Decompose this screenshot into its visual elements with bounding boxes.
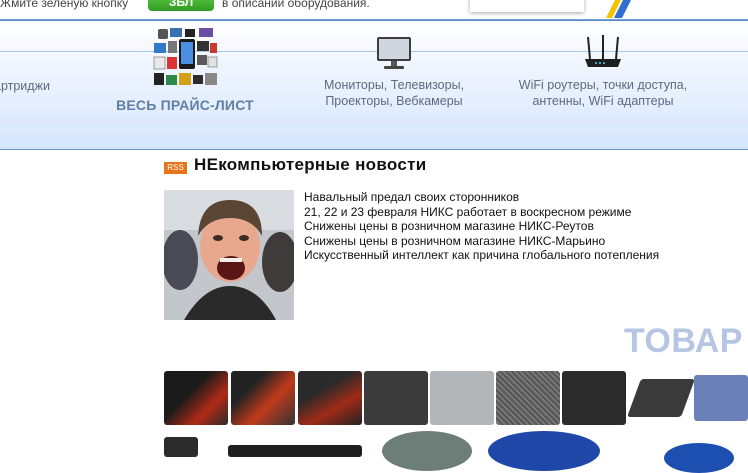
top-info-bar: Жмите зеленую кнопку ЗБЛ в описании обор… — [0, 0, 748, 20]
product-thumbnail[interactable] — [231, 371, 295, 425]
product-thumbnail[interactable] — [430, 371, 494, 425]
news-list: Навальный предал своих сторонников 21, 2… — [304, 190, 659, 263]
product-thumbnail[interactable] — [496, 371, 560, 425]
product-thumbnail[interactable] — [562, 371, 626, 425]
product-thumbnail[interactable] — [382, 431, 472, 471]
product-thumbnail[interactable] — [164, 371, 228, 425]
product-thumbnail[interactable] — [488, 431, 600, 471]
product-thumbnail[interactable] — [164, 437, 198, 457]
flag-decoration-icon — [606, 0, 631, 18]
price-list-label: ВЕСЬ ПРАЙС-ЛИСТ — [116, 97, 254, 113]
devices-collage-icon — [153, 28, 218, 85]
news-photo[interactable] — [164, 190, 294, 320]
monitors-label-line2: Проекторы, Вебкамеры — [325, 94, 463, 108]
monitor-icon — [377, 37, 411, 69]
news-item[interactable]: Искусственный интеллект как причина глоб… — [304, 248, 659, 263]
wifi-label-line1: WiFi роутеры, точки доступа, — [518, 78, 688, 92]
category-cartridges[interactable]: артриджи — [0, 78, 50, 94]
top-info-text-after: в описании оборудования. — [222, 0, 370, 10]
category-wifi[interactable]: WiFi роутеры, точки доступа, антенны, Wi… — [505, 33, 701, 109]
rss-icon[interactable]: RSS — [164, 162, 187, 174]
news-item[interactable]: 21, 22 и 23 февраля НИКС работает в воск… — [304, 205, 659, 220]
top-info-text: Жмите зеленую кнопку — [0, 0, 129, 10]
green-button[interactable]: ЗБЛ — [148, 0, 214, 11]
router-icon — [585, 35, 621, 67]
product-thumbnail[interactable] — [694, 375, 748, 421]
product-thumbnail[interactable] — [298, 371, 362, 425]
category-bar: артриджи ВЕСЬ ПРАЙС-ЛИСТ — [0, 20, 748, 150]
product-gallery — [164, 371, 748, 473]
product-thumbnail[interactable] — [364, 371, 428, 425]
category-monitors[interactable]: Мониторы, Телевизоры, Проекторы, Вебкаме… — [300, 35, 488, 109]
category-price-list[interactable]: ВЕСЬ ПРАЙС-ЛИСТ — [100, 27, 270, 113]
news-section-title[interactable]: НЕкомпьютерные новости — [194, 155, 426, 175]
monitors-label-line1: Мониторы, Телевизоры, — [323, 78, 465, 92]
news-item[interactable]: Навальный предал своих сторонников — [304, 190, 659, 205]
product-thumbnail[interactable] — [228, 445, 362, 457]
news-item[interactable]: Снижены цены в розничном магазине НИКС-Р… — [304, 219, 659, 234]
category-cartridges-label: артриджи — [0, 79, 50, 93]
products-heading: ТОВАР — [624, 322, 743, 360]
wifi-label-line2: антенны, WiFi адаптеры — [532, 94, 674, 108]
news-item[interactable]: Снижены цены в розничном магазине НИКС-М… — [304, 234, 659, 249]
product-thumbnail[interactable] — [627, 379, 695, 417]
top-banner-box[interactable] — [470, 0, 584, 12]
product-thumbnail[interactable] — [664, 443, 734, 473]
